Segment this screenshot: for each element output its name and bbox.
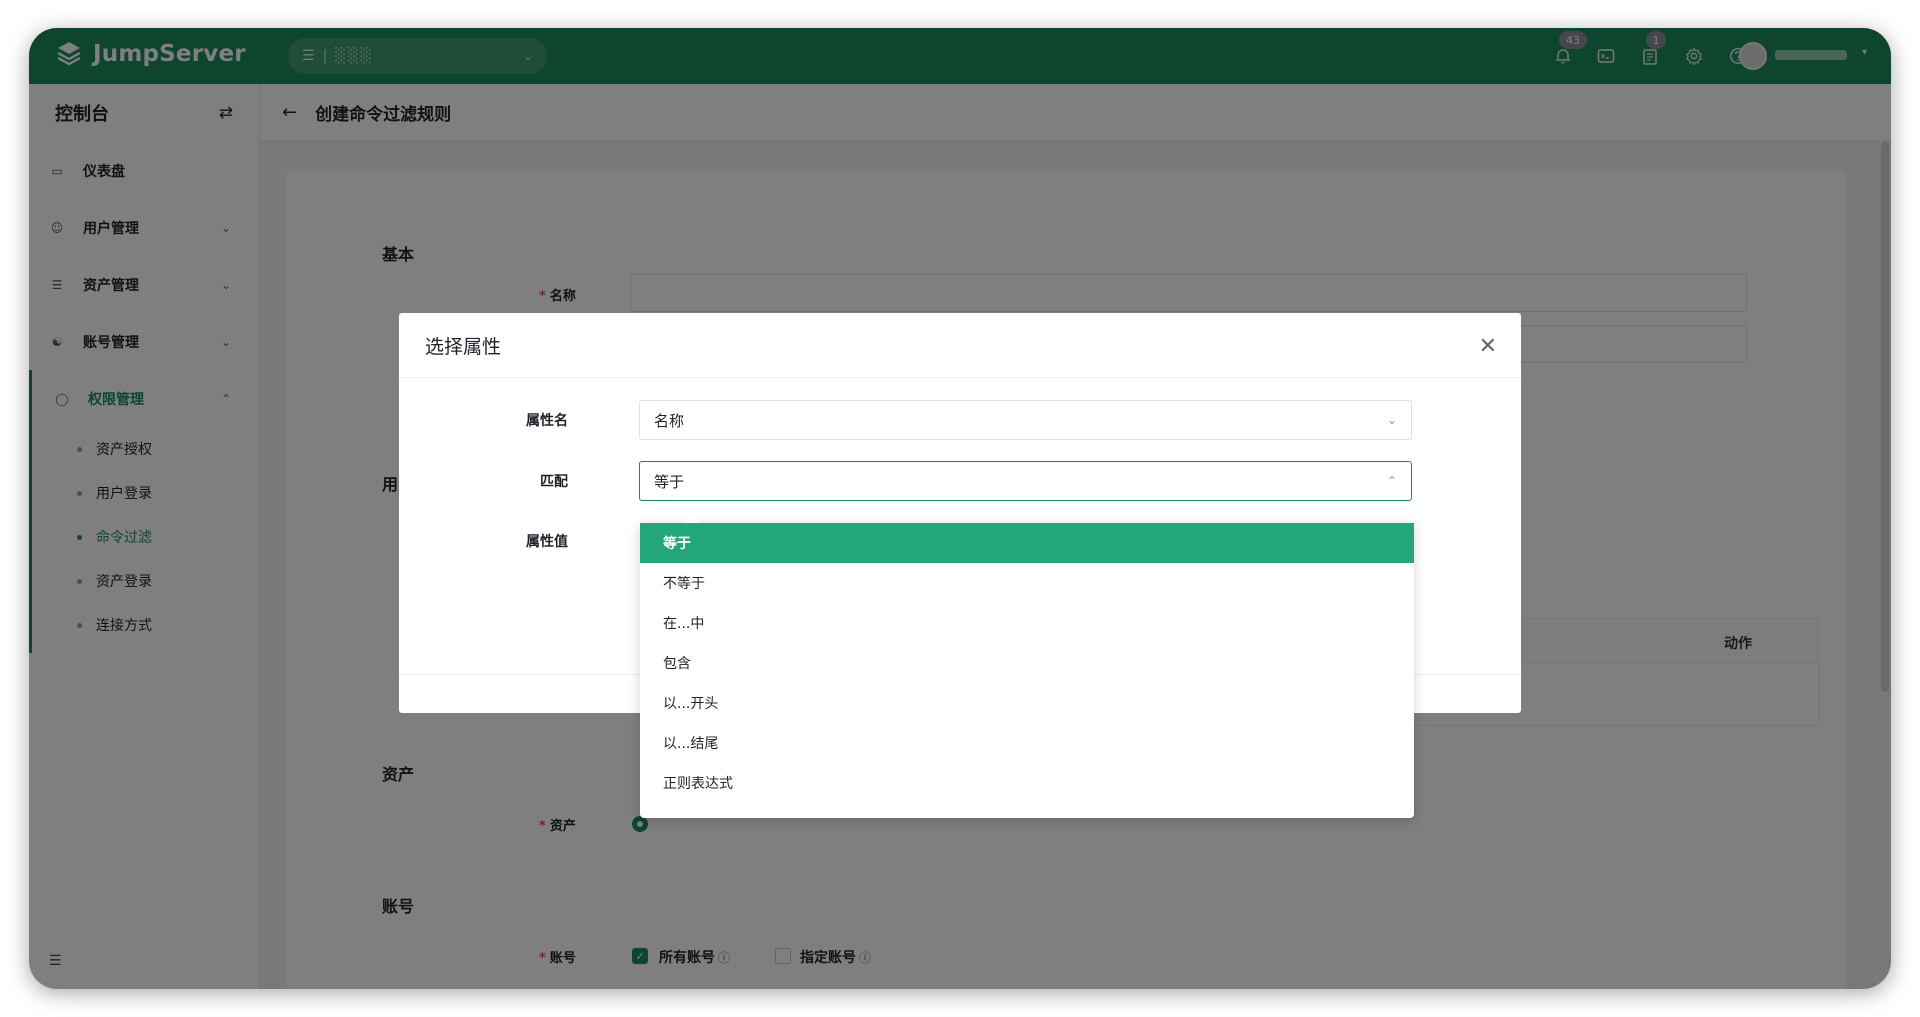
dropdown-option-contains[interactable]: 包含 [640, 643, 1414, 683]
match-value: 等于 [654, 472, 685, 491]
attr-name-value: 名称 [654, 411, 685, 430]
attr-value-label: 属性值 [526, 534, 568, 550]
close-icon[interactable]: ✕ [1479, 334, 1497, 359]
dropdown-option-ends-with[interactable]: 以...结尾 [640, 723, 1414, 763]
dialog-header: 选择属性 ✕ [399, 313, 1521, 378]
app-window: JumpServer ☰ | ░░░ ⌄ 43 1 [29, 28, 1891, 989]
dropdown-option-starts-with[interactable]: 以...开头 [640, 683, 1414, 723]
match-dropdown: 等于 不等于 在...中 包含 以...开头 以...结尾 正则表达式 [640, 514, 1414, 818]
dropdown-option-not-equals[interactable]: 不等于 [640, 563, 1414, 603]
dropdown-option-regex[interactable]: 正则表达式 [640, 763, 1414, 803]
match-label: 匹配 [540, 474, 568, 490]
dialog-title: 选择属性 [425, 335, 502, 358]
attr-name-label: 属性名 [526, 413, 568, 429]
match-select[interactable]: 等于 ⌃ [639, 461, 1412, 501]
dropdown-option-in[interactable]: 在...中 [640, 603, 1414, 643]
chevron-up-icon: ⌃ [1386, 474, 1397, 488]
attr-name-select[interactable]: 名称 ⌄ [639, 400, 1412, 440]
chevron-down-icon: ⌄ [1386, 413, 1397, 427]
dropdown-option-equals[interactable]: 等于 [640, 523, 1414, 563]
